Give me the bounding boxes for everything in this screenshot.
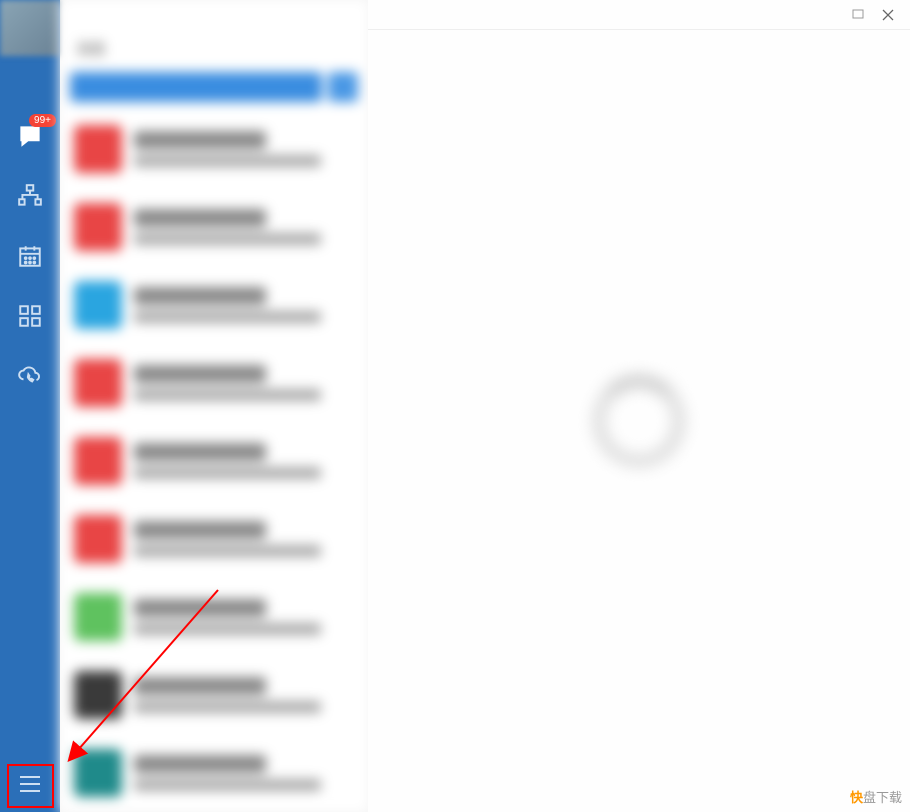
conversation-name — [134, 599, 266, 617]
conversation-info — [134, 131, 354, 167]
nav-chat[interactable]: 99+ — [16, 122, 44, 150]
loading-spinner — [594, 376, 684, 466]
list-header: 消息 — [60, 24, 368, 72]
nav-contacts[interactable] — [16, 182, 44, 210]
close-icon — [882, 9, 894, 21]
conversation-item[interactable] — [60, 500, 368, 578]
list-title: 消息 — [76, 38, 106, 59]
conversation-info — [134, 443, 354, 479]
conversation-preview — [134, 545, 321, 557]
conversation-name — [134, 287, 266, 305]
conversation-preview — [134, 467, 321, 479]
conversation-avatar — [74, 359, 122, 407]
conversation-name — [134, 755, 266, 773]
conversation-avatar — [74, 281, 122, 329]
conversation-preview — [134, 155, 321, 167]
conversation-avatar — [74, 125, 122, 173]
conversation-name — [134, 443, 266, 461]
conversation-preview — [134, 389, 321, 401]
conversation-avatar — [74, 749, 122, 797]
nav-calendar[interactable] — [16, 242, 44, 270]
conversation-preview — [134, 701, 321, 713]
conversation-list-panel: 消息 — [60, 0, 368, 812]
nav-cloud-call[interactable] — [16, 362, 44, 390]
conversation-preview — [134, 623, 321, 635]
conversation-name — [134, 365, 266, 383]
menu-button[interactable] — [7, 762, 53, 806]
conversation-item[interactable] — [60, 422, 368, 500]
conversation-info — [134, 521, 354, 557]
conversation-item[interactable] — [60, 656, 368, 734]
search-plus-button[interactable] — [328, 72, 358, 102]
conversation-info — [134, 209, 354, 245]
conversation-info — [134, 599, 354, 635]
cloud-call-icon — [17, 363, 43, 389]
hamburger-icon — [18, 774, 42, 794]
conversation-info — [134, 677, 354, 713]
content-body — [368, 30, 910, 812]
conversation-list — [60, 110, 368, 812]
search-input[interactable] — [70, 72, 322, 102]
chat-badge: 99+ — [29, 114, 56, 127]
content-panel — [368, 0, 910, 812]
user-avatar[interactable] — [0, 0, 60, 56]
conversation-name — [134, 677, 266, 695]
conversation-item[interactable] — [60, 578, 368, 656]
conversation-info — [134, 287, 354, 323]
conversation-avatar — [74, 593, 122, 641]
conversation-avatar — [74, 671, 122, 719]
nav-apps[interactable] — [16, 302, 44, 330]
conversation-preview — [134, 779, 321, 791]
conversation-avatar — [74, 515, 122, 563]
conversation-avatar — [74, 437, 122, 485]
minimize-button[interactable] — [850, 7, 866, 23]
minimize-icon — [852, 9, 864, 21]
close-button[interactable] — [880, 7, 896, 23]
search-row — [70, 72, 358, 102]
conversation-info — [134, 755, 354, 791]
conversation-name — [134, 209, 266, 227]
conversation-name — [134, 131, 266, 149]
watermark-suffix: 盘下载 — [863, 790, 902, 805]
conversation-item[interactable] — [60, 734, 368, 812]
conversation-info — [134, 365, 354, 401]
conversation-preview — [134, 233, 321, 245]
watermark-brand: 快 — [850, 790, 863, 805]
apps-icon — [17, 303, 43, 329]
calendar-icon — [17, 243, 43, 269]
conversation-item[interactable] — [60, 344, 368, 422]
conversation-preview — [134, 311, 321, 323]
conversation-item[interactable] — [60, 266, 368, 344]
conversation-name — [134, 521, 266, 539]
conversation-item[interactable] — [60, 110, 368, 188]
org-icon — [17, 183, 43, 209]
window-titlebar — [368, 0, 910, 30]
sidebar: 99+ — [0, 0, 60, 812]
conversation-avatar — [74, 203, 122, 251]
conversation-item[interactable] — [60, 188, 368, 266]
watermark: 快盘下载 — [850, 787, 902, 806]
